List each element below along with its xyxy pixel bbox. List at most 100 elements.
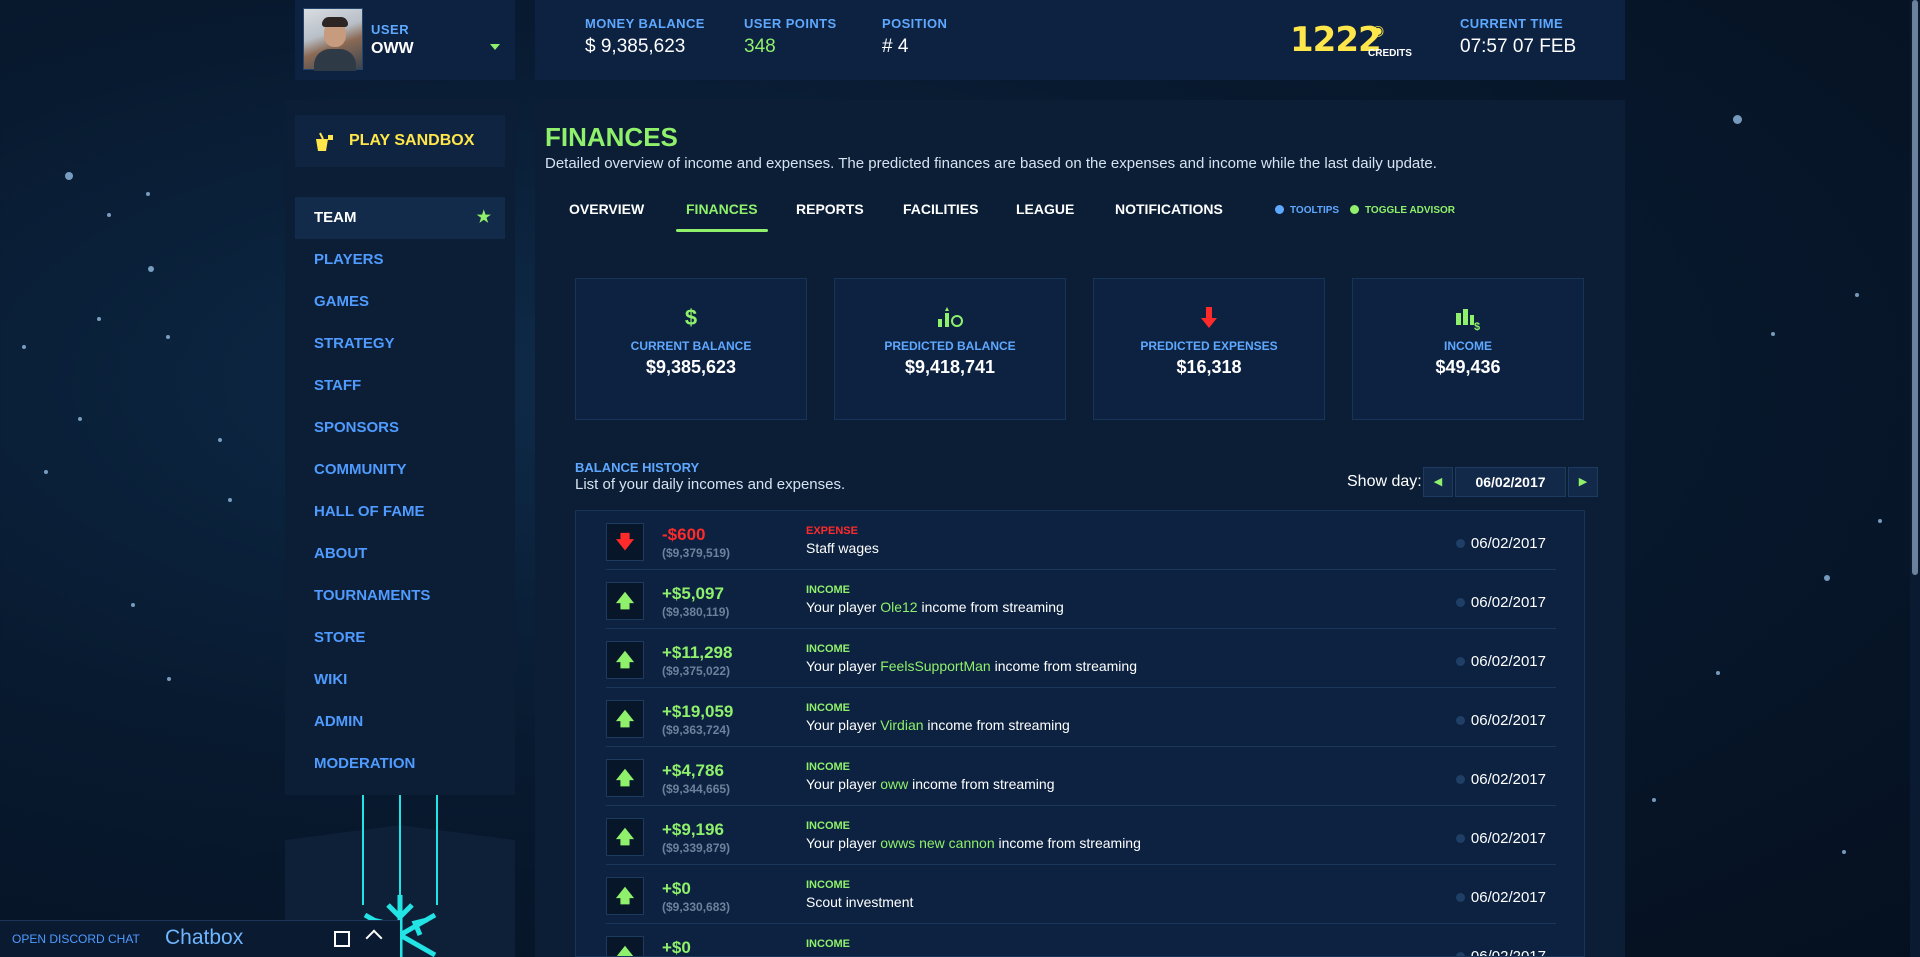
sidebar-item-games[interactable]: GAMES — [295, 281, 505, 323]
income-card: $ INCOME $49,436 — [1352, 278, 1584, 420]
sidebar-item-community[interactable]: COMMUNITY — [295, 449, 505, 491]
entry-type: INCOME — [806, 702, 850, 714]
sidebar-item-hall-of-fame[interactable]: HALL OF FAME — [295, 491, 505, 533]
entry-description: Your player FeelsSupportMan income from … — [806, 658, 1137, 674]
sidebar-item-wiki[interactable]: WIKI — [295, 659, 505, 701]
money-balance-value: $ 9,385,623 — [585, 36, 686, 57]
sidebar-item-label: WIKI — [314, 671, 348, 688]
entry-date: 06/02/2017 — [1455, 771, 1546, 788]
arrow-down-icon — [1094, 305, 1324, 333]
svg-text:$: $ — [1474, 321, 1480, 331]
card-label: INCOME — [1444, 339, 1492, 353]
entry-date: 06/02/2017 — [1455, 712, 1546, 729]
chevron-up-icon[interactable] — [365, 929, 383, 947]
chevron-down-icon[interactable] — [490, 44, 500, 50]
open-discord-chat-link[interactable]: OPEN DISCORD CHAT — [12, 932, 140, 946]
list-item: 🡅 +$11,298 ($9,375,022) INCOME Your play… — [606, 629, 1556, 688]
list-item: 🡅 +$9,196 ($9,339,879) INCOME Your playe… — [606, 806, 1556, 865]
page-description: Detailed overview of income and expenses… — [545, 155, 1437, 172]
sidebar-item-tournaments[interactable]: TOURNAMENTS — [295, 575, 505, 617]
sidebar-item-label: ADMIN — [314, 713, 364, 730]
entry-running-balance: ($9,363,724) — [662, 723, 731, 737]
player-link[interactable]: Ole12 — [880, 599, 917, 615]
entry-date: 06/02/2017 — [1455, 594, 1546, 611]
entry-running-balance: ($9,380,119) — [662, 605, 730, 619]
tab-overview[interactable]: OVERVIEW — [569, 192, 644, 242]
tab-facilities[interactable]: FACILITIES — [903, 192, 978, 242]
player-link[interactable]: Virdian — [880, 717, 923, 733]
sidebar-item-about[interactable]: ABOUT — [295, 533, 505, 575]
user-points: USER POINTS 348 — [744, 16, 837, 58]
money-balance: MONEY BALANCE $ 9,385,623 — [585, 16, 705, 58]
user-menu[interactable]: USER OWW — [295, 0, 515, 80]
maximize-icon[interactable] — [334, 931, 350, 947]
play-sandbox-button[interactable]: PLAY SANDBOX — [295, 115, 505, 167]
entry-date: 06/02/2017 — [1455, 535, 1546, 552]
active-tab-underline — [676, 229, 768, 232]
entry-amount: +$11,298 — [662, 643, 733, 662]
clock-icon — [1455, 598, 1465, 607]
sidebar-item-label: GAMES — [314, 293, 370, 310]
user-points-label: USER POINTS — [744, 16, 837, 31]
entry-description: Staff wages — [806, 540, 879, 556]
sidebar-item-label: TEAM — [314, 209, 357, 226]
list-item: 🡅 +$0 INCOME 06/02/2017 — [606, 924, 1556, 956]
tab-finances[interactable]: FINANCES — [676, 192, 768, 242]
page-scrollbar[interactable] — [1910, 0, 1920, 957]
entry-type: INCOME — [806, 761, 850, 773]
star-icon[interactable]: ★ — [477, 197, 491, 239]
sidebar: PLAY SANDBOX TEAM ★ PLAYERS GAMES STRATEG… — [285, 100, 515, 795]
player-link[interactable]: owws new cannon — [880, 835, 994, 851]
user-points-value: 348 — [744, 36, 776, 57]
entry-description: Scout investment — [806, 894, 914, 910]
income-arrow-up-icon: 🡅 — [606, 582, 644, 620]
income-arrow-up-icon: 🡅 — [606, 818, 644, 856]
user-name: OWW — [371, 40, 414, 57]
list-item: 🡅 +$19,059 ($9,363,724) INCOME Your play… — [606, 688, 1556, 747]
sidebar-item-players[interactable]: PLAYERS — [295, 239, 505, 281]
clock-icon — [1455, 657, 1465, 666]
balance-history-title: BALANCE HISTORY — [575, 460, 700, 475]
clock-icon — [1455, 775, 1465, 784]
sidebar-item-moderation[interactable]: MODERATION — [295, 743, 505, 785]
selected-date[interactable]: 06/02/2017 — [1455, 467, 1566, 497]
tab-label: OVERVIEW — [569, 201, 645, 217]
chatbox-bar: OPEN DISCORD CHAT Chatbox — [0, 920, 400, 957]
tooltips-label: TOOLTIPS — [1290, 205, 1340, 216]
sidebar-item-team[interactable]: TEAM ★ — [295, 197, 505, 239]
tab-label: REPORTS — [796, 201, 864, 217]
sidebar-item-staff[interactable]: STAFF — [295, 365, 505, 407]
credits[interactable]: 1222 ◉ CREDITS — [1290, 20, 1412, 60]
sidebar-item-label: ABOUT — [314, 545, 368, 562]
info-icon — [1275, 205, 1284, 214]
tab-notifications[interactable]: NOTIFICATIONS — [1115, 192, 1223, 242]
previous-day-button[interactable]: ◀ — [1423, 467, 1453, 497]
scrollbar-thumb[interactable] — [1912, 0, 1918, 575]
income-arrow-up-icon: 🡅 — [606, 700, 644, 738]
sidebar-item-label: STORE — [314, 629, 366, 646]
player-link[interactable]: FeelsSupportMan — [880, 658, 991, 674]
money-balance-label: MONEY BALANCE — [585, 16, 705, 31]
sidebar-item-sponsors[interactable]: SPONSORS — [295, 407, 505, 449]
tab-bar: OVERVIEW FINANCES REPORTS FACILITIES LEA… — [545, 192, 1605, 242]
sidebar-item-store[interactable]: STORE — [295, 617, 505, 659]
clock-icon — [1455, 539, 1465, 548]
expense-arrow-down-icon: 🡇 — [606, 523, 644, 561]
play-sandbox-label: PLAY SANDBOX — [349, 132, 475, 149]
tab-reports[interactable]: REPORTS — [796, 192, 864, 242]
sidebar-item-admin[interactable]: ADMIN — [295, 701, 505, 743]
entry-description: Your player Virdian income from streamin… — [806, 717, 1070, 733]
sidebar-item-strategy[interactable]: STRATEGY — [295, 323, 505, 365]
next-day-button[interactable]: ▶ — [1568, 467, 1598, 497]
tooltips-toggle[interactable]: TOOLTIPS — [1275, 205, 1339, 216]
clock-icon — [1455, 834, 1465, 843]
player-link[interactable]: oww — [880, 776, 908, 792]
position: POSITION # 4 — [882, 16, 947, 58]
tab-label: LEAGUE — [1016, 201, 1075, 217]
sidebar-item-label: SPONSORS — [314, 419, 400, 436]
tab-league[interactable]: LEAGUE — [1016, 192, 1074, 242]
current-balance-card: $ CURRENT BALANCE $9,385,623 — [575, 278, 807, 420]
advisor-toggle[interactable]: TOGGLE ADVISOR — [1350, 205, 1455, 216]
main-panel: FINANCES Detailed overview of income and… — [535, 100, 1625, 957]
chatbox-title[interactable]: Chatbox — [165, 926, 243, 950]
